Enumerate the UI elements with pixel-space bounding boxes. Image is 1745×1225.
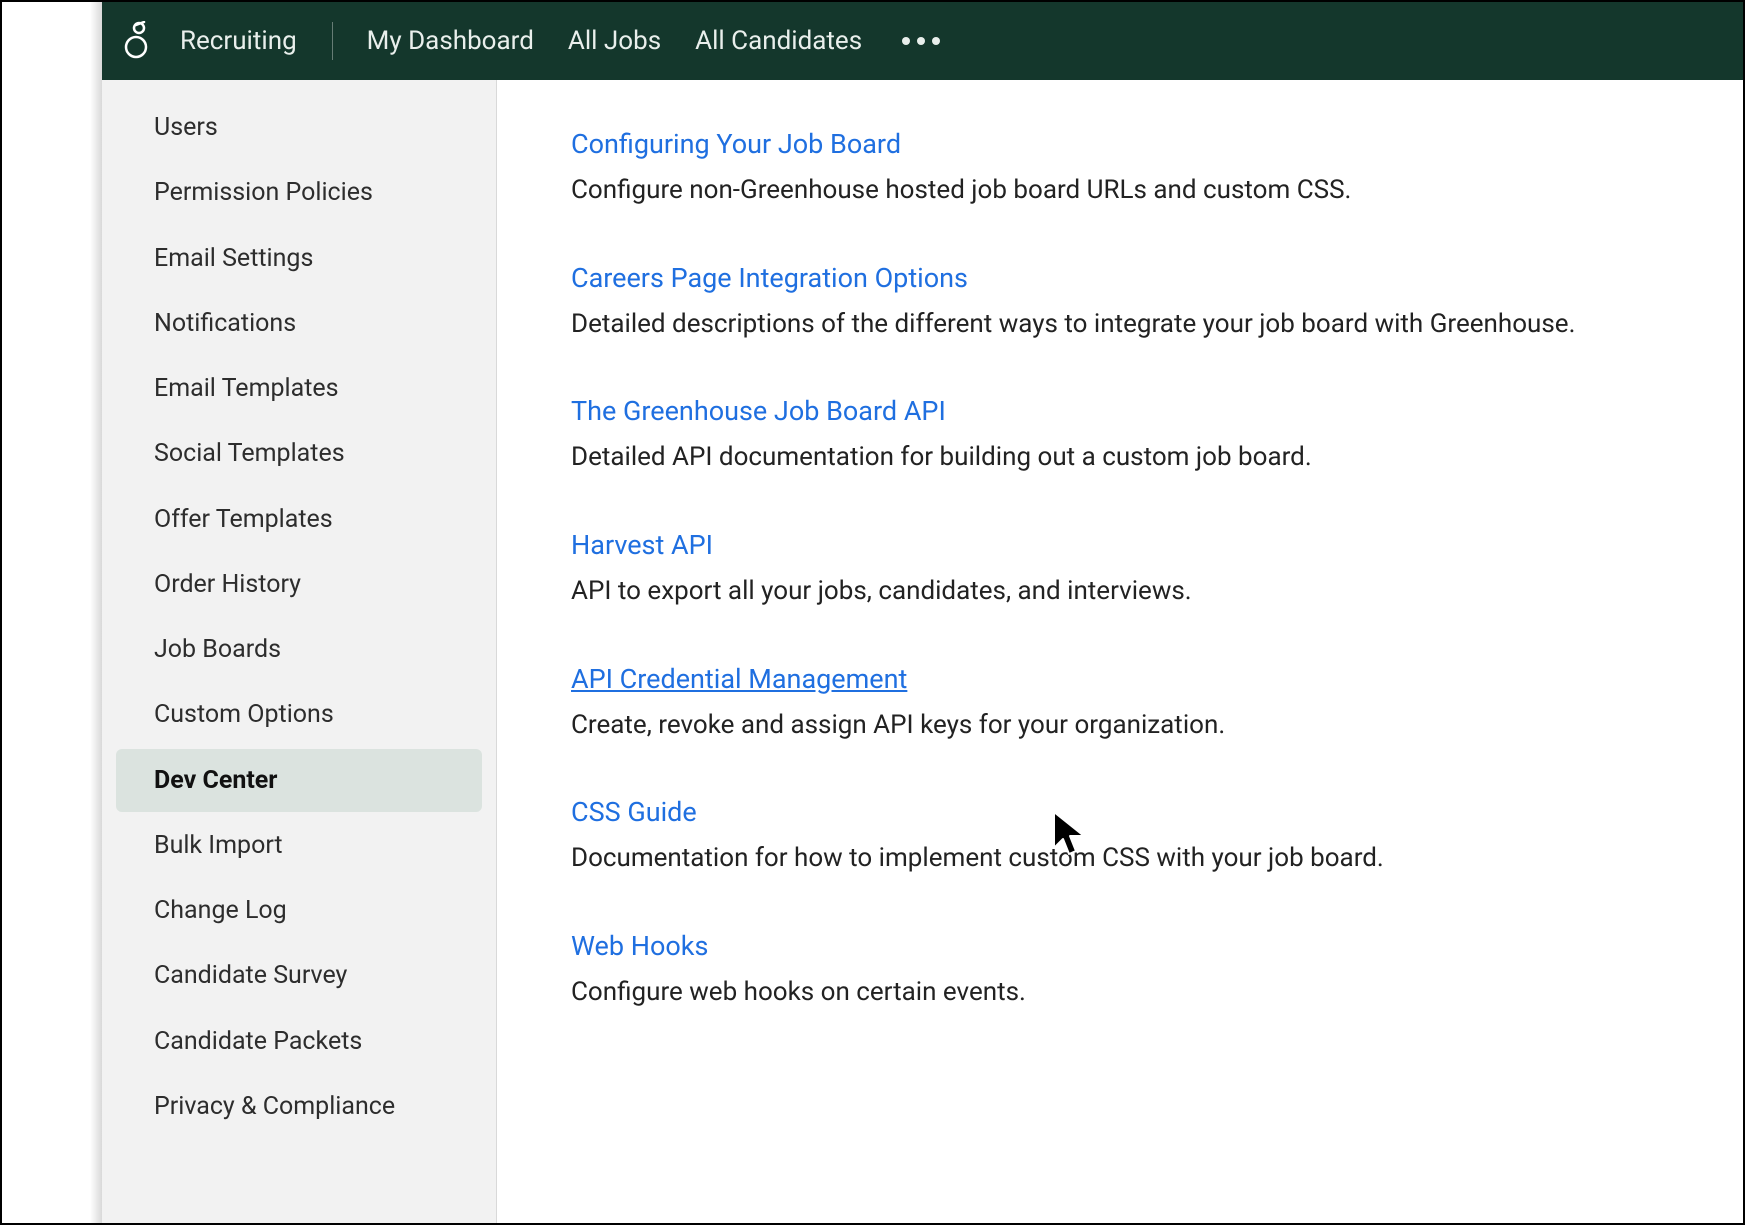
content-link-web-hooks[interactable]: Web Hooks xyxy=(571,930,708,962)
content-description: Configure web hooks on certain events. xyxy=(571,974,1683,1012)
nav-more-icon[interactable] xyxy=(896,37,940,45)
content-link-css-guide[interactable]: CSS Guide xyxy=(571,796,697,828)
sidebar-item-candidate-survey[interactable]: Candidate Survey xyxy=(116,944,482,1007)
content-description: Detailed descriptions of the different w… xyxy=(571,306,1683,344)
content-block: Configuring Your Job Board Configure non-… xyxy=(571,128,1683,210)
greenhouse-logo-icon[interactable] xyxy=(120,21,152,61)
content-block: Harvest API API to export all your jobs, … xyxy=(571,529,1683,611)
content-link-api-credential-management[interactable]: API Credential Management xyxy=(571,663,907,695)
main-content: Configuring Your Job Board Configure non-… xyxy=(497,80,1743,1223)
sidebar-item-social-templates[interactable]: Social Templates xyxy=(116,422,482,485)
sidebar-item-email-settings[interactable]: Email Settings xyxy=(116,227,482,290)
sidebar-item-permission-policies[interactable]: Permission Policies xyxy=(116,161,482,224)
nav-all-candidates[interactable]: All Candidates xyxy=(695,26,862,56)
content-description: Configure non-Greenhouse hosted job boar… xyxy=(571,172,1683,210)
sidebar-item-candidate-packets[interactable]: Candidate Packets xyxy=(116,1010,482,1073)
sidebar-item-bulk-import[interactable]: Bulk Import xyxy=(116,814,482,877)
nav-my-dashboard[interactable]: My Dashboard xyxy=(367,26,534,56)
content-description: Detailed API documentation for building … xyxy=(571,439,1683,477)
content-block: API Credential Management Create, revoke … xyxy=(571,663,1683,745)
content-link-configuring-your-job-board[interactable]: Configuring Your Job Board xyxy=(571,128,901,160)
content-link-careers-page-integration-options[interactable]: Careers Page Integration Options xyxy=(571,262,968,294)
content-link-the-greenhouse-job-board-api[interactable]: The Greenhouse Job Board API xyxy=(571,395,946,427)
sidebar-item-job-boards[interactable]: Job Boards xyxy=(116,618,482,681)
content-description: API to export all your jobs, candidates,… xyxy=(571,573,1683,611)
sidebar-item-privacy-compliance[interactable]: Privacy & Compliance xyxy=(116,1075,482,1138)
content-link-harvest-api[interactable]: Harvest API xyxy=(571,529,713,561)
brand-label[interactable]: Recruiting xyxy=(180,26,297,56)
left-gutter xyxy=(2,2,102,1223)
sidebar-item-offer-templates[interactable]: Offer Templates xyxy=(116,488,482,551)
content-block: The Greenhouse Job Board API Detailed API… xyxy=(571,395,1683,477)
sidebar-item-users[interactable]: Users xyxy=(116,96,482,159)
sidebar-item-dev-center[interactable]: Dev Center xyxy=(116,749,482,812)
sidebar-item-custom-options[interactable]: Custom Options xyxy=(116,683,482,746)
content-block: CSS Guide Documentation for how to implem… xyxy=(571,796,1683,878)
sidebar-item-email-templates[interactable]: Email Templates xyxy=(116,357,482,420)
content-block: Web Hooks Configure web hooks on certain … xyxy=(571,930,1683,1012)
sidebar-item-order-history[interactable]: Order History xyxy=(116,553,482,616)
top-nav: Recruiting My Dashboard All Jobs All Can… xyxy=(102,2,1743,80)
sidebar-item-notifications[interactable]: Notifications xyxy=(116,292,482,355)
content-description: Create, revoke and assign API keys for y… xyxy=(571,707,1683,745)
content-block: Careers Page Integration Options Detailed… xyxy=(571,262,1683,344)
content-description: Documentation for how to implement custo… xyxy=(571,840,1683,878)
nav-all-jobs[interactable]: All Jobs xyxy=(568,26,661,56)
sidebar: UsersPermission PoliciesEmail SettingsNo… xyxy=(102,80,497,1223)
sidebar-item-change-log[interactable]: Change Log xyxy=(116,879,482,942)
